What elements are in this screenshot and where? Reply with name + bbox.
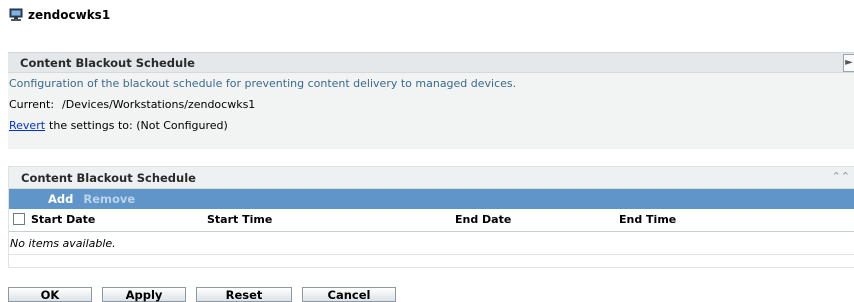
computer-icon xyxy=(8,7,24,23)
column-start-time[interactable]: Start Time xyxy=(207,213,272,226)
select-all-checkbox[interactable] xyxy=(13,213,25,225)
current-label: Current: xyxy=(9,98,55,111)
column-start-date[interactable]: Start Date xyxy=(31,213,95,226)
revert-text: the settings to: (Not Configured) xyxy=(49,119,228,132)
double-chevron-up-icon[interactable]: ⌃⌃ xyxy=(832,170,850,183)
column-end-time[interactable]: End Time xyxy=(619,213,676,226)
info-panel-title: Content Blackout Schedule xyxy=(20,55,195,70)
remove-button[interactable]: Remove xyxy=(83,192,135,206)
panel-description: Configuration of the blackout schedule f… xyxy=(9,77,517,90)
cancel-button[interactable]: Cancel xyxy=(302,287,396,302)
form-buttons: OK Apply Reset Cancel xyxy=(8,287,396,302)
schedule-panel-header: Content Blackout Schedule ⌃⌃ xyxy=(9,167,854,189)
schedule-panel-title: Content Blackout Schedule xyxy=(21,170,196,185)
page-title: zendocwks1 xyxy=(8,4,110,26)
revert-link[interactable]: Revert xyxy=(9,119,45,132)
device-name: zendocwks1 xyxy=(28,8,111,22)
ok-button[interactable]: OK xyxy=(8,287,92,302)
current-path: /Devices/Workstations/zendocwks1 xyxy=(62,98,256,111)
column-end-date[interactable]: End Date xyxy=(455,213,511,226)
schedule-toolbar: Add Remove xyxy=(9,189,854,209)
collapse-icon[interactable]: ► xyxy=(843,54,854,72)
empty-message-row: No items available. xyxy=(9,232,854,255)
blackout-info-panel: Content Blackout Schedule ► Configuratio… xyxy=(8,52,854,149)
table-header: Start Date Start Time End Date End Time xyxy=(9,209,854,232)
revert-row: Revert the settings to: (Not Configured) xyxy=(8,115,854,136)
description-row: Configuration of the blackout schedule f… xyxy=(8,73,854,94)
info-panel-header: Content Blackout Schedule ► xyxy=(8,53,854,73)
apply-button[interactable]: Apply xyxy=(102,287,186,302)
current-row: Current: /Devices/Workstations/zendocwks… xyxy=(8,94,854,115)
empty-message: No items available. xyxy=(10,236,116,250)
add-button[interactable]: Add xyxy=(48,192,73,206)
schedule-panel: Content Blackout Schedule ⌃⌃ Add Remove … xyxy=(8,166,854,268)
reset-button[interactable]: Reset xyxy=(196,287,292,302)
